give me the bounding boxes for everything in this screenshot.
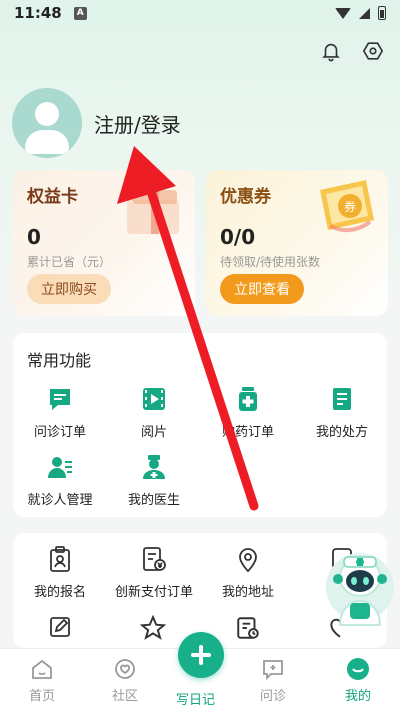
status-bar: 11:48 A (0, 0, 400, 26)
calendar-clock-icon[interactable] (235, 615, 261, 641)
grid-item-label: 创新支付订单 (114, 585, 193, 600)
star-icon[interactable] (140, 615, 166, 641)
grid-item-label: 我的医生 (127, 493, 180, 508)
avatar[interactable] (12, 88, 82, 158)
buy-now-button[interactable]: 立即购买 (27, 274, 111, 304)
grid-item-label: 阅片 (140, 425, 167, 440)
tab-label: 问诊 (259, 689, 286, 704)
grid-item-my-prescription[interactable]: 我的处方 (295, 385, 389, 440)
community-heart-icon (115, 659, 135, 679)
wifi-icon (335, 7, 351, 19)
status-indicators (335, 6, 386, 20)
coupon-badge-text: 券 (344, 199, 356, 214)
grid-item-label: 问诊订单 (33, 425, 86, 440)
film-icon (143, 388, 165, 410)
prescription-icon (333, 388, 351, 410)
grid-item-label: 就诊人管理 (27, 493, 93, 508)
grid-item-label: 我的处方 (315, 425, 368, 440)
consult-icon (263, 660, 283, 681)
doctor-icon (143, 455, 165, 479)
coupon-ticket-icon: 券 (320, 180, 374, 233)
grid-item-label: 我的地址 (221, 585, 274, 600)
medicine-order-icon (239, 387, 257, 411)
coupon-card-subtitle: 待领取/待使用张数 (220, 255, 321, 269)
location-icon (239, 548, 257, 573)
grid-item-consult-orders[interactable]: 问诊订单 (13, 385, 107, 440)
signal-icon (359, 7, 370, 19)
grid-item-film-reading[interactable]: 阅片 (107, 385, 201, 440)
plus-icon (191, 645, 211, 665)
login-register-link[interactable]: 注册/登录 (94, 109, 181, 138)
app-notification-icon: A (73, 6, 87, 20)
grid-item-label: 我的报名 (33, 585, 86, 600)
write-diary-label[interactable]: 写日记 (176, 689, 215, 708)
tab-home[interactable]: 首页 (2, 657, 82, 704)
tab-consult[interactable]: 问诊 (233, 657, 313, 704)
grid-item-innovative-payment-orders[interactable]: 创新支付订单 (107, 545, 201, 600)
bell-icon[interactable] (320, 40, 342, 62)
tab-label: 我的 (344, 689, 371, 704)
common-functions-title: 常用功能 (27, 351, 92, 370)
tab-mine[interactable]: 我的 (318, 657, 398, 704)
gift-box-icon (127, 190, 179, 234)
tab-community[interactable]: 社区 (85, 657, 165, 704)
grid-item-medicine-orders[interactable]: 购药订单 (201, 385, 295, 440)
status-time: 11:48 (14, 4, 62, 22)
grid-item-my-address[interactable]: 我的地址 (201, 545, 295, 600)
view-now-button[interactable]: 立即查看 (220, 274, 304, 304)
grid-item-label: 购药订单 (221, 425, 274, 440)
mine-icon (347, 658, 369, 680)
common-functions-panel: 常用功能 问诊订单 阅片 购药订单 我的处方 就诊人管理 我的医生 (13, 333, 387, 517)
chat-order-icon (50, 389, 70, 410)
benefit-card[interactable]: 权益卡 0 累计已省（元） 立即购买 (13, 170, 195, 316)
badge-icon (50, 546, 70, 572)
profile-login[interactable]: 注册/登录 (12, 88, 181, 158)
grid-item-patient-management[interactable]: 就诊人管理 (13, 453, 107, 508)
grid-item-my-registration[interactable]: 我的报名 (13, 545, 107, 600)
settings-hexagon-icon[interactable] (362, 40, 384, 62)
edit-icon[interactable] (48, 615, 72, 639)
benefit-card-subtitle: 累计已省（元） (27, 255, 112, 269)
write-diary-button[interactable] (178, 632, 224, 678)
payment-order-icon (143, 547, 166, 571)
assistant-mascot-icon[interactable] (324, 543, 396, 631)
grid-item-my-doctor[interactable]: 我的医生 (107, 453, 201, 508)
tab-label: 社区 (111, 689, 138, 704)
coupon-card[interactable]: 券 优惠券 0/0 待领取/待使用张数 立即查看 (206, 170, 388, 316)
patient-manage-icon (48, 457, 72, 478)
header-actions (320, 40, 384, 62)
tab-label: 首页 (28, 689, 55, 704)
battery-icon (378, 6, 386, 20)
home-icon (32, 659, 52, 679)
